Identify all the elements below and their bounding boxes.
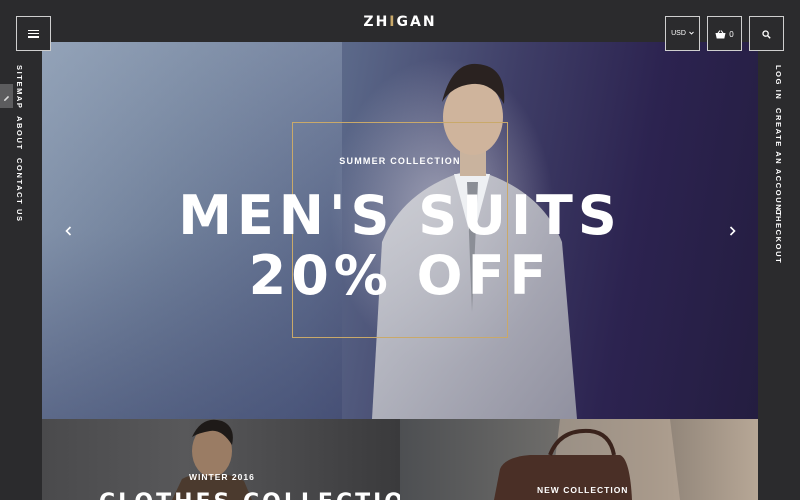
menu-icon	[28, 29, 39, 38]
tile-title: CLOTHES COLLECTION	[99, 490, 400, 500]
currency-selector[interactable]: USD	[665, 16, 700, 51]
nav-log-in[interactable]: LOG IN	[774, 65, 783, 100]
chevron-down-icon	[689, 31, 694, 37]
search-icon	[762, 24, 771, 43]
tile-subtitle: WINTER 2016	[189, 472, 255, 482]
promo-tile-new[interactable]: NEW COLLECTION	[400, 419, 758, 500]
tile-subtitle: NEW COLLECTION	[537, 485, 629, 495]
search-button[interactable]	[749, 16, 784, 51]
logo-text-2: GAN	[396, 14, 437, 30]
basket-icon	[715, 24, 726, 43]
chevron-right-icon	[729, 221, 736, 240]
pencil-icon	[3, 87, 10, 106]
logo-accent: I	[389, 14, 397, 30]
nav-about[interactable]: ABOUT	[15, 116, 24, 151]
currency-label: USD	[671, 30, 686, 37]
promo-tile-winter[interactable]: WINTER 2016 CLOTHES COLLECTION	[42, 419, 400, 500]
nav-sitemap[interactable]: SITEMAP	[15, 65, 24, 110]
slider-next-button[interactable]	[725, 222, 739, 238]
edit-tab[interactable]	[0, 84, 13, 108]
logo-text-1: ZH	[363, 14, 390, 30]
chevron-left-icon	[64, 221, 72, 240]
cart-button[interactable]: 0	[707, 16, 742, 51]
hero-title-line-1: MEN'S SUITS	[178, 184, 622, 247]
tile-model-image	[172, 419, 252, 500]
hero-title-line-2: 20% OFF	[248, 244, 552, 307]
cart-count: 0	[729, 30, 734, 39]
hero-subtitle: SUMMER COLLECTION	[339, 156, 461, 166]
menu-button[interactable]	[16, 16, 51, 51]
slider-prev-button[interactable]	[61, 222, 75, 238]
